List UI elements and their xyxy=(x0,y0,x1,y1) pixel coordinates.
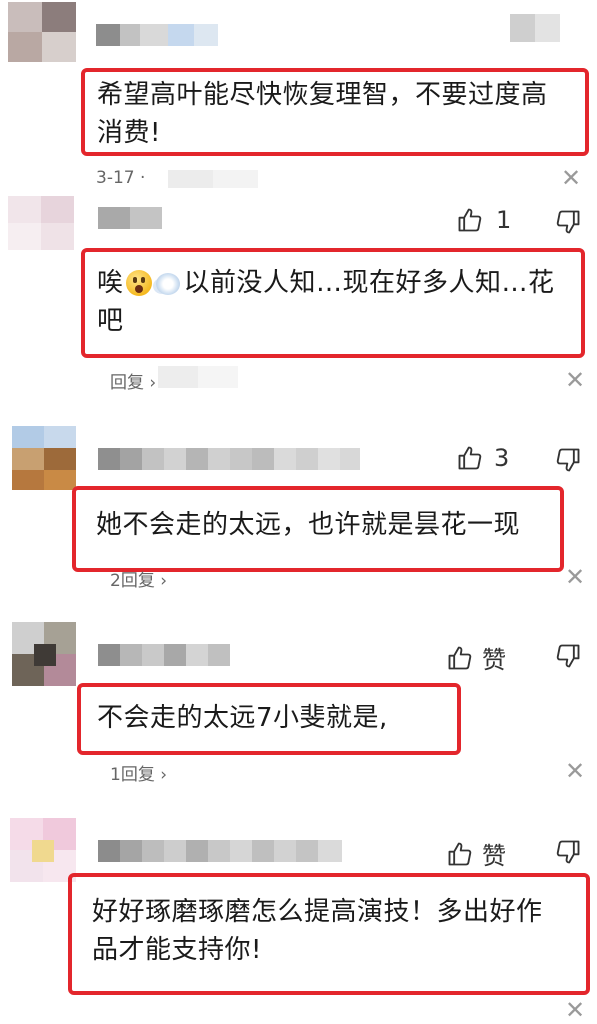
reply-link[interactable]: 回复 › xyxy=(110,368,156,393)
close-icon[interactable]: ✕ xyxy=(565,759,585,783)
like-button[interactable]: 1 xyxy=(456,206,511,234)
avatar[interactable] xyxy=(10,818,76,882)
close-icon[interactable]: ✕ xyxy=(561,166,581,190)
like-count: 3 xyxy=(494,444,510,472)
username-blurred[interactable] xyxy=(98,644,230,666)
thumbs-down-icon xyxy=(556,448,580,472)
close-icon[interactable]: ✕ xyxy=(565,998,585,1022)
thumbs-down-icon xyxy=(556,210,580,234)
dislike-button[interactable] xyxy=(554,838,582,866)
like-button[interactable]: 赞 xyxy=(446,836,506,871)
username-blurred[interactable] xyxy=(98,840,342,862)
like-label: 赞 xyxy=(482,646,506,674)
avatar[interactable] xyxy=(12,426,76,490)
comment-text-highlight: 她不会走的太远，也许就是昙花一现 xyxy=(72,486,564,572)
reply-blurred xyxy=(158,366,238,388)
comment-text-highlight: 好好琢磨琢磨怎么提高演技！多出好作品才能支持你! xyxy=(68,873,590,995)
like-button[interactable]: 赞 xyxy=(446,640,506,675)
close-icon[interactable]: ✕ xyxy=(565,368,585,392)
thumbs-down-icon xyxy=(556,644,580,668)
thumbs-up-icon xyxy=(448,646,472,669)
thumbs-up-icon xyxy=(458,208,482,232)
dislike-button[interactable] xyxy=(554,208,582,236)
comment-date: 3-17 · xyxy=(96,168,146,188)
comment-text-start: 唉 xyxy=(97,268,124,298)
reply-link[interactable]: 2回复 › xyxy=(110,566,167,591)
thumbs-up-icon xyxy=(458,446,482,470)
username-blurred[interactable] xyxy=(98,448,360,470)
thumbs-down-icon xyxy=(556,840,580,864)
comment-text: 她不会走的太远，也许就是昙花一现 xyxy=(96,510,521,540)
comment-text: 不会走的太远7小斐就是, xyxy=(97,703,388,733)
avatar[interactable] xyxy=(8,196,74,250)
username-blurred[interactable] xyxy=(98,207,162,229)
username-blurred[interactable] xyxy=(96,24,218,46)
comment-text: 希望高叶能尽快恢复理智，不要过度高消费! xyxy=(97,80,548,148)
comment-text: 好好琢磨琢磨怎么提高演技！多出好作品才能支持你! xyxy=(92,897,543,965)
avatar[interactable] xyxy=(12,622,76,686)
astonished-face-icon xyxy=(125,270,152,296)
comment-text-highlight: 不会走的太远7小斐就是, xyxy=(77,683,461,755)
close-icon[interactable]: ✕ xyxy=(565,565,585,589)
like-count: 1 xyxy=(496,206,512,234)
badge-blurred xyxy=(510,14,560,42)
avatar[interactable] xyxy=(8,2,76,62)
comment-text-highlight: 唉以前没人知…现在好多人知…花吧 xyxy=(81,248,585,358)
like-button[interactable]: 3 xyxy=(456,444,509,472)
comment-text-highlight: 希望高叶能尽快恢复理智，不要过度高消费! xyxy=(81,68,589,156)
thumbs-up-icon xyxy=(448,842,472,865)
reply-link[interactable]: 1回复 › xyxy=(110,760,167,785)
puff-cloud-icon xyxy=(155,273,180,295)
dislike-button[interactable] xyxy=(554,446,582,474)
like-label: 赞 xyxy=(482,842,506,870)
dislike-button[interactable] xyxy=(554,642,582,670)
location-blurred xyxy=(168,170,258,188)
